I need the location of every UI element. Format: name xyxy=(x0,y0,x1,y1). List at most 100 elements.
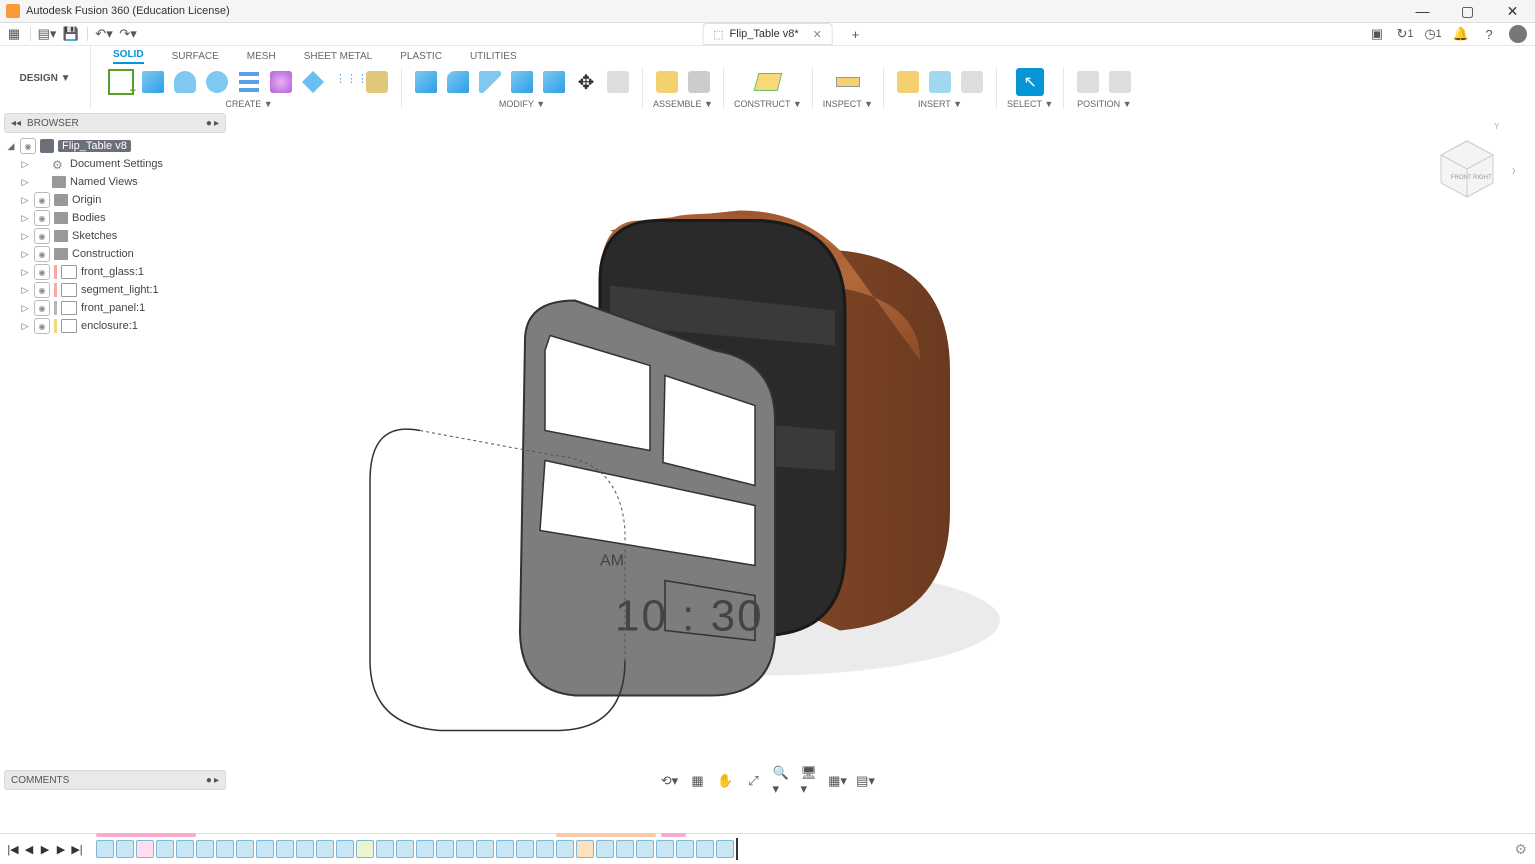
tree-item[interactable]: ▷◉Origin xyxy=(4,191,226,209)
svg-text:X: X xyxy=(1512,167,1515,176)
create-pcb-button[interactable] xyxy=(363,68,391,96)
updates-button[interactable]: ↻1 xyxy=(1397,26,1413,42)
browser-header[interactable]: ◂◂ BROWSER ●▸ xyxy=(4,113,226,133)
new-component-button[interactable] xyxy=(653,68,681,96)
new-document-button[interactable]: + xyxy=(848,26,864,42)
position-revert-button[interactable] xyxy=(1106,68,1134,96)
create-sphere-button[interactable] xyxy=(203,68,231,96)
select-button[interactable]: ↖ xyxy=(1016,68,1044,96)
shell-button[interactable] xyxy=(476,68,504,96)
tree-item[interactable]: ▷◉front_glass:1 xyxy=(4,263,226,281)
document-tab[interactable]: ⬚ Flip_Table v8* ✕ xyxy=(702,23,833,45)
orbit-button[interactable]: ⟲▾ xyxy=(661,772,679,790)
data-panel-button[interactable]: ▦ xyxy=(6,26,22,42)
job-status-button[interactable]: ◷1 xyxy=(1425,26,1441,42)
tree-item[interactable]: ▷◉Construction xyxy=(4,245,226,263)
svg-text:AM: AM xyxy=(600,553,624,570)
fillet-button[interactable] xyxy=(444,68,472,96)
move-button[interactable]: ✥ xyxy=(572,68,600,96)
quick-access-toolbar: ▦ ▤▾ 💾 ↶▾ ↷▾ ⬚ Flip_Table v8* ✕ + ▣ ↻1 ◷… xyxy=(0,23,1535,46)
insert-decal-button[interactable] xyxy=(926,68,954,96)
user-avatar-button[interactable] xyxy=(1509,25,1527,43)
press-pull-button[interactable] xyxy=(412,68,440,96)
look-at-button[interactable]: ▦ xyxy=(689,772,707,790)
redo-button[interactable]: ↷▾ xyxy=(120,26,136,42)
group-inspect: INSPECT ▼ xyxy=(815,66,881,109)
tab-mesh[interactable]: MESH xyxy=(247,51,276,64)
tree-root[interactable]: ◢ ◉ Flip_Table v8 ⊙ xyxy=(4,137,226,155)
window-maximize-button[interactable]: ▢ xyxy=(1445,0,1490,22)
tree-item[interactable]: ▷◉Bodies xyxy=(4,209,226,227)
browser-settings-icon[interactable]: ● xyxy=(206,118,212,129)
create-box-button[interactable] xyxy=(139,68,167,96)
timeline-prev-button[interactable]: ◀ xyxy=(22,842,36,856)
ribbon-subtabs: SOLID SURFACE MESH SHEET METAL PLASTIC U… xyxy=(91,46,1535,64)
insert-canvas-button[interactable] xyxy=(958,68,986,96)
timeline-track[interactable] xyxy=(96,838,738,860)
group-modify: ✥ MODIFY ▼ xyxy=(404,66,640,109)
create-sketch-button[interactable]: + xyxy=(107,68,135,96)
tree-item[interactable]: ▷◉enclosure:1 xyxy=(4,317,226,335)
ribbon: DESIGN ▼ SOLID SURFACE MESH SHEET METAL … xyxy=(0,46,1535,112)
tree-item[interactable]: ▷Named Views xyxy=(4,173,226,191)
split-button[interactable] xyxy=(540,68,568,96)
viewport[interactable]: ◂◂ BROWSER ●▸ ◢ ◉ Flip_Table v8 ⊙ ▷⚙Docu… xyxy=(0,109,1535,832)
comments-settings-icon[interactable]: ● xyxy=(206,775,212,786)
create-form-button[interactable] xyxy=(267,68,295,96)
browser-collapse-icon[interactable]: ◂◂ xyxy=(11,118,21,129)
window-minimize-button[interactable]: — xyxy=(1400,0,1445,22)
viewport-layout-button[interactable]: ▤▾ xyxy=(857,772,875,790)
browser-title: BROWSER xyxy=(27,118,79,129)
tab-solid[interactable]: SOLID xyxy=(113,49,144,64)
create-pattern-button[interactable] xyxy=(235,68,263,96)
document-icon: ⬚ xyxy=(713,28,723,41)
tab-surface[interactable]: SURFACE xyxy=(172,51,219,64)
tab-utilities[interactable]: UTILITIES xyxy=(470,51,517,64)
fit-button[interactable]: 🔍▾ xyxy=(773,772,791,790)
grid-settings-button[interactable]: ▦▾ xyxy=(829,772,847,790)
document-tab-close-button[interactable]: ✕ xyxy=(813,28,822,41)
tree-item[interactable]: ▷◉front_panel:1 xyxy=(4,299,226,317)
save-button[interactable]: 💾 xyxy=(63,26,79,42)
create-mesh-button[interactable]: ⋮⋮⋮ xyxy=(331,68,359,96)
position-capture-button[interactable] xyxy=(1074,68,1102,96)
insert-derive-button[interactable] xyxy=(894,68,922,96)
group-construct: CONSTRUCT ▼ xyxy=(726,66,810,109)
tree-item[interactable]: ▷◉Sketches xyxy=(4,227,226,245)
undo-button[interactable]: ↶▾ xyxy=(96,26,112,42)
timeline-next-button[interactable]: ▶ xyxy=(54,842,68,856)
display-settings-button[interactable]: 🖥▾ xyxy=(801,772,819,790)
create-derive-button[interactable] xyxy=(299,68,327,96)
zoom-button[interactable]: ⤢ xyxy=(745,772,763,790)
timeline-settings-button[interactable]: ⚙ xyxy=(1514,841,1527,858)
align-button[interactable] xyxy=(604,68,632,96)
file-menu-button[interactable]: ▤▾ xyxy=(39,26,55,42)
window-close-button[interactable]: ✕ xyxy=(1490,0,1535,22)
timeline-play-button[interactable]: ▶ xyxy=(38,842,52,856)
workspace-switcher[interactable]: DESIGN ▼ xyxy=(0,46,91,111)
construct-plane-button[interactable] xyxy=(754,68,782,96)
svg-text:FRONT: FRONT xyxy=(1451,175,1472,181)
timeline-end-button[interactable]: ▶| xyxy=(70,842,84,856)
comments-header[interactable]: COMMENTS ●▸ xyxy=(4,770,226,790)
combine-button[interactable] xyxy=(508,68,536,96)
group-assemble: ASSEMBLE ▼ xyxy=(645,66,721,109)
extensions-button[interactable]: ▣ xyxy=(1369,26,1385,42)
navigation-bar: ⟲▾ ▦ ✋ ⤢ 🔍▾ 🖥▾ ▦▾ ▤▾ xyxy=(661,772,875,790)
svg-text:RIGHT: RIGHT xyxy=(1473,175,1492,181)
help-button[interactable]: ? xyxy=(1481,26,1497,42)
timeline-start-button[interactable]: |◀ xyxy=(6,842,20,856)
tab-plastic[interactable]: PLASTIC xyxy=(400,51,442,64)
tab-sheet-metal[interactable]: SHEET METAL xyxy=(304,51,373,64)
svg-text:10 : 30: 10 : 30 xyxy=(615,592,764,641)
group-select: ↖ SELECT ▼ xyxy=(999,66,1061,109)
viewcube[interactable]: Y X Z FRONT RIGHT xyxy=(1420,119,1515,217)
create-cylinder-button[interactable] xyxy=(171,68,199,96)
pan-button[interactable]: ✋ xyxy=(717,772,735,790)
tree-item[interactable]: ▷◉segment_light:1 xyxy=(4,281,226,299)
notifications-button[interactable]: 🔔 xyxy=(1453,26,1469,42)
browser-panel: ◂◂ BROWSER ●▸ ◢ ◉ Flip_Table v8 ⊙ ▷⚙Docu… xyxy=(4,113,226,335)
joint-button[interactable] xyxy=(685,68,713,96)
tree-item[interactable]: ▷⚙Document Settings xyxy=(4,155,226,173)
measure-button[interactable] xyxy=(834,68,862,96)
